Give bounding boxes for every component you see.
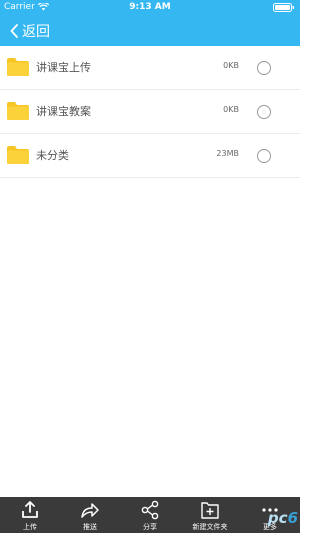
folder-row[interactable]: 讲课宝教案 0KB [0,90,300,134]
new-folder-button[interactable]: 新建文件夹 [180,497,240,533]
status-bar: Carrier 9:13 AM [0,0,300,14]
navigation-bar: 返回 [0,16,300,46]
folder-row[interactable]: 未分类 23MB [0,134,300,178]
folder-icon [7,58,29,76]
select-radio[interactable] [257,149,271,163]
bottom-toolbar: 上传 推送 分享 新建文件夹 更多 pc6 [0,497,300,533]
share-label: 分享 [143,523,157,531]
folder-icon [7,102,29,120]
push-label: 推送 [83,523,97,531]
header: Carrier 9:13 AM 返回 [0,0,300,46]
folder-icon [7,146,29,164]
forward-arrow-icon [81,503,99,518]
folder-list: 讲课宝上传 0KB 讲课宝教案 0KB 未分类 23MB [0,46,300,178]
new-folder-label: 新建文件夹 [192,523,228,531]
folder-size: 23MB [216,149,239,158]
push-button[interactable]: 推送 [60,497,120,533]
folder-size: 0KB [223,105,239,114]
watermark-text-b: 6 [287,509,298,527]
select-radio[interactable] [257,105,271,119]
clock: 9:13 AM [129,2,171,12]
folder-name: 未分类 [36,149,69,162]
folder-row[interactable]: 讲课宝上传 0KB [0,46,300,90]
back-label: 返回 [22,24,50,40]
upload-label: 上传 [23,523,37,531]
select-radio[interactable] [257,61,271,75]
upload-button[interactable]: 上传 [0,497,60,533]
folder-size: 0KB [223,61,239,70]
folder-name: 讲课宝教案 [36,105,91,118]
share-icon [141,500,159,520]
watermark-text-a: pc [267,509,288,527]
new-folder-icon [201,502,219,519]
battery-icon [273,3,294,12]
chevron-left-icon [10,24,18,38]
watermark-logo: pc6 [268,509,298,527]
folder-name: 讲课宝上传 [36,61,91,74]
upload-icon [22,501,38,518]
back-button[interactable]: 返回 [10,19,50,43]
share-button[interactable]: 分享 [120,497,180,533]
